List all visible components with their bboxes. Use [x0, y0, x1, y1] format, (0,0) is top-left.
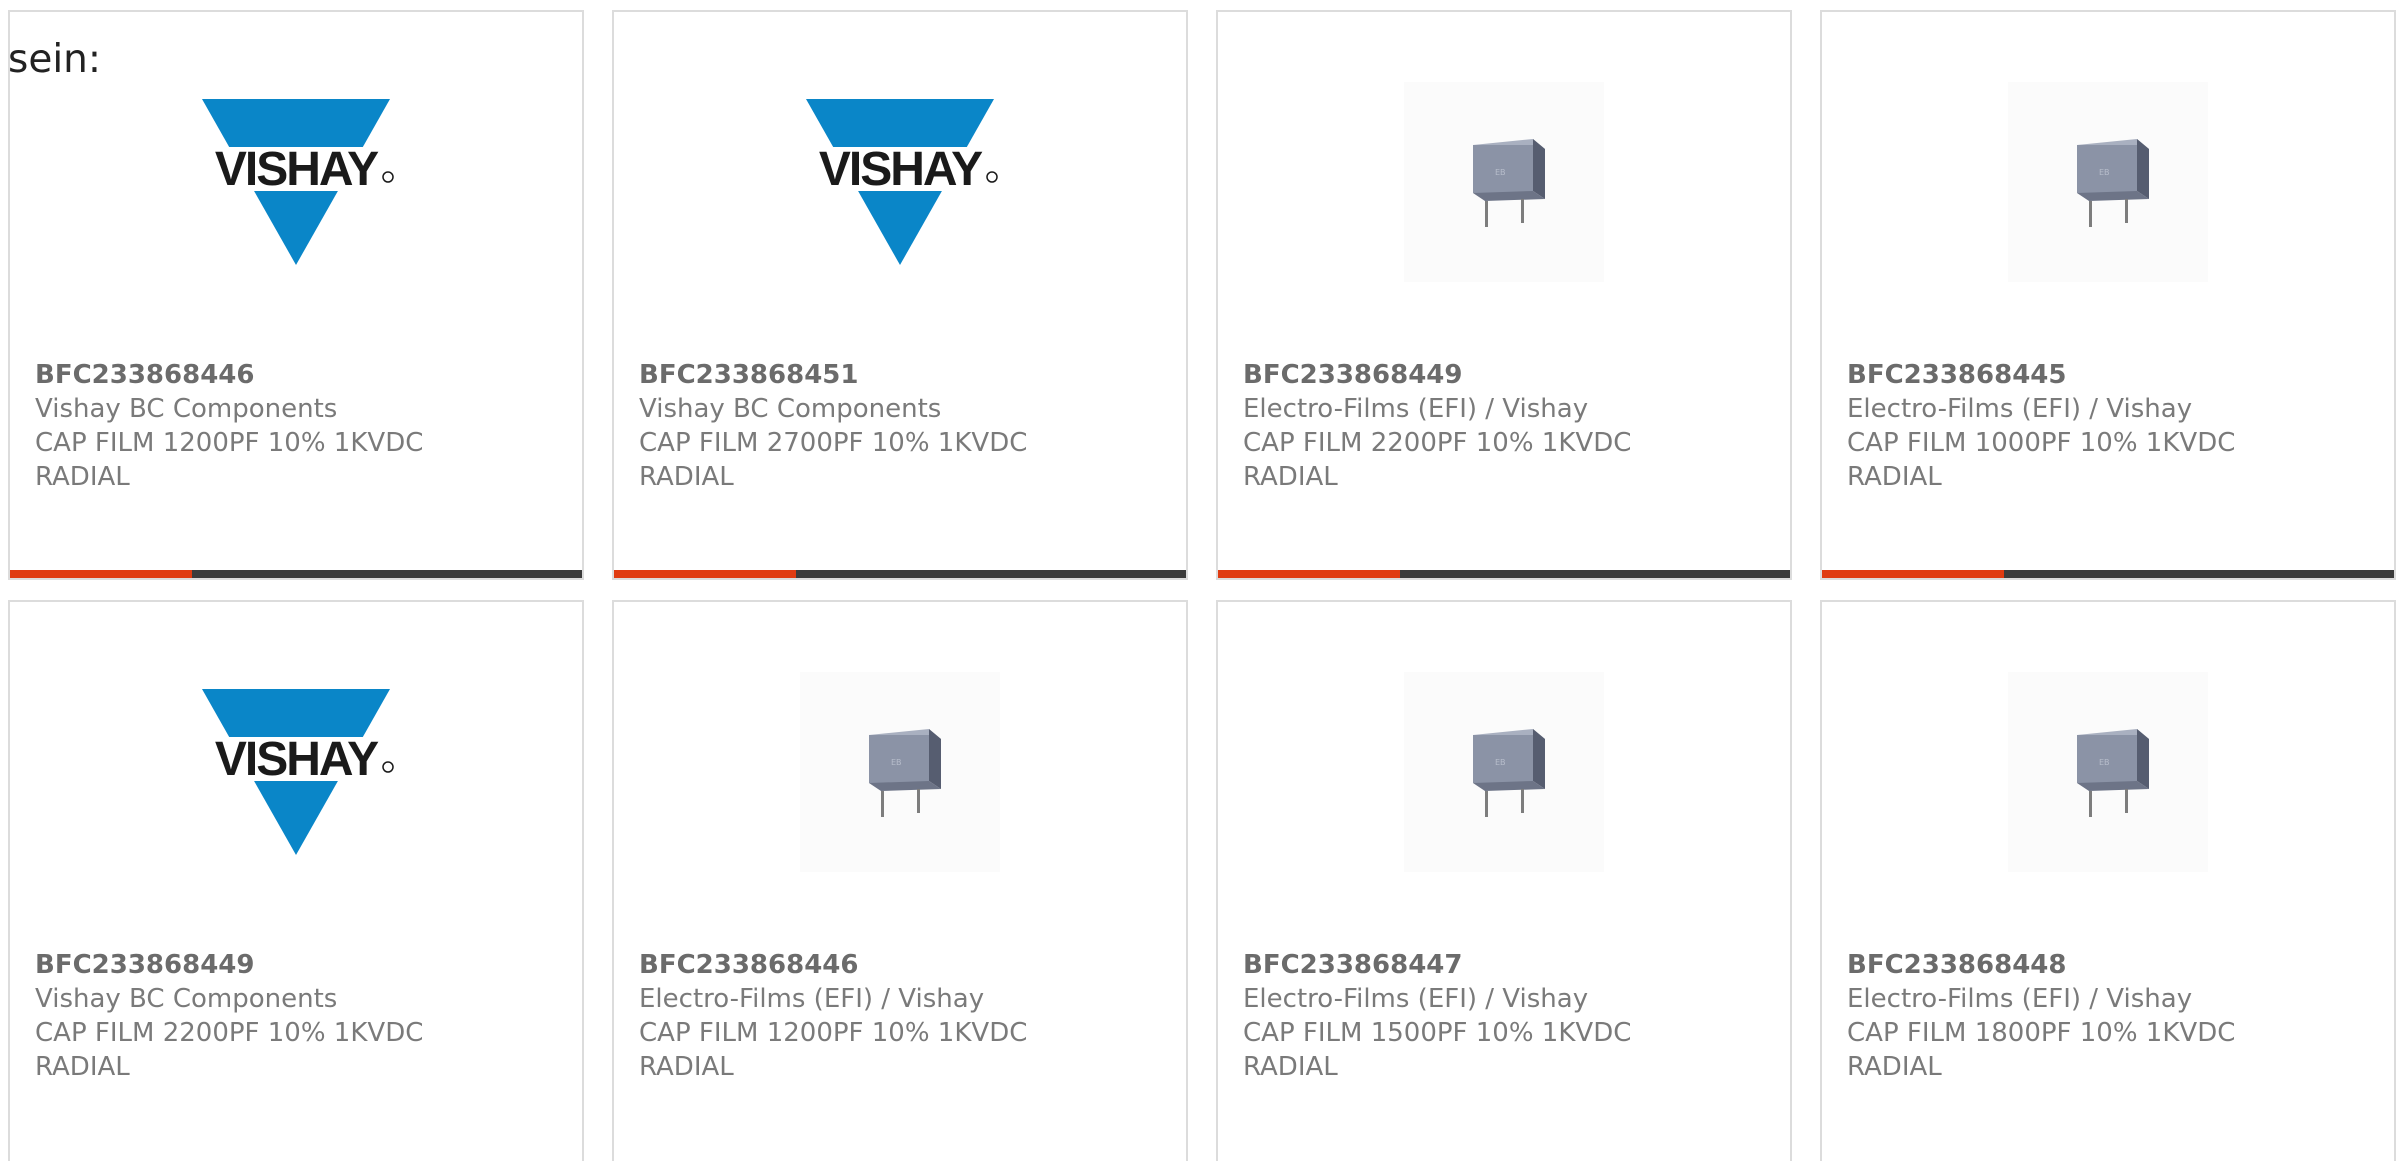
product-image[interactable]: VISHAY — [10, 672, 582, 872]
product-image[interactable]: EB — [1218, 82, 1790, 282]
description: CAP FILM 1000PF 10% 1KVDC — [1847, 428, 2236, 458]
manufacturer: Electro-Films (EFI) / Vishay — [639, 984, 985, 1014]
description-package: RADIAL — [1243, 1052, 1338, 1082]
product-card[interactable]: EB BFC233868448 Electro-Films (EFI) / Vi… — [1820, 600, 2396, 1161]
card-footer-accent — [614, 570, 796, 578]
description: CAP FILM 1800PF 10% 1KVDC — [1847, 1018, 2236, 1048]
product-card[interactable]: VISHAY BFC233868446 Vishay BC Components… — [8, 10, 584, 580]
card-footer-bar — [614, 570, 1186, 578]
part-number[interactable]: BFC233868447 — [1243, 948, 1763, 982]
manufacturer: Electro-Films (EFI) / Vishay — [1847, 394, 2193, 424]
svg-text:EB: EB — [2099, 168, 2110, 177]
svg-text:VISHAY: VISHAY — [215, 143, 379, 196]
product-image[interactable]: EB — [1822, 672, 2394, 872]
card-footer-accent — [1218, 570, 1400, 578]
description: CAP FILM 2200PF 10% 1KVDC — [1243, 428, 1632, 458]
svg-text:EB: EB — [2099, 758, 2110, 767]
product-card[interactable]: VISHAY BFC233868449 Vishay BC Components… — [8, 600, 584, 1161]
capacitor-photo: EB — [1404, 82, 1604, 282]
product-grid-page: sein: VISHAY BFC233868446 Vishay BC Comp… — [0, 0, 2400, 1161]
description-package: RADIAL — [1847, 1052, 1942, 1082]
description-package: RADIAL — [35, 1052, 130, 1082]
description-package: RADIAL — [35, 462, 130, 492]
vishay-logo: VISHAY — [196, 82, 396, 282]
part-number[interactable]: BFC233868451 — [639, 358, 1159, 392]
product-card[interactable]: EB BFC233868445 Electro-Films (EFI) / Vi… — [1820, 10, 2396, 580]
product-card[interactable]: EB BFC233868447 Electro-Films (EFI) / Vi… — [1216, 600, 1792, 1161]
manufacturer: Electro-Films (EFI) / Vishay — [1847, 984, 2193, 1014]
part-number[interactable]: BFC233868446 — [35, 358, 555, 392]
description: CAP FILM 1200PF 10% 1KVDC — [35, 428, 424, 458]
part-number[interactable]: BFC233868445 — [1847, 358, 2367, 392]
capacitor-photo: EB — [800, 672, 1000, 872]
svg-text:VISHAY: VISHAY — [819, 143, 983, 196]
product-image[interactable]: EB — [1822, 82, 2394, 282]
product-card[interactable]: VISHAY BFC233868451 Vishay BC Components… — [612, 10, 1188, 580]
product-image[interactable]: EB — [614, 672, 1186, 872]
svg-text:EB: EB — [1495, 168, 1506, 177]
description-package: RADIAL — [639, 462, 734, 492]
vishay-logo: VISHAY — [800, 82, 1000, 282]
capacitor-photo: EB — [1404, 672, 1604, 872]
svg-text:EB: EB — [891, 758, 902, 767]
capacitor-photo: EB — [2008, 672, 2208, 872]
vishay-logo: VISHAY — [196, 672, 396, 872]
card-footer-accent — [1822, 570, 2004, 578]
part-number[interactable]: BFC233868448 — [1847, 948, 2367, 982]
description: CAP FILM 2200PF 10% 1KVDC — [35, 1018, 424, 1048]
description: CAP FILM 2700PF 10% 1KVDC — [639, 428, 1028, 458]
product-image[interactable]: VISHAY — [10, 82, 582, 282]
part-number[interactable]: BFC233868449 — [1243, 358, 1763, 392]
product-image[interactable]: EB — [1218, 672, 1790, 872]
manufacturer: Vishay BC Components — [639, 394, 942, 424]
card-footer-bar — [10, 570, 582, 578]
manufacturer: Vishay BC Components — [35, 984, 338, 1014]
description-package: RADIAL — [1243, 462, 1338, 492]
manufacturer: Electro-Films (EFI) / Vishay — [1243, 984, 1589, 1014]
manufacturer: Electro-Films (EFI) / Vishay — [1243, 394, 1589, 424]
product-image[interactable]: VISHAY — [614, 82, 1186, 282]
manufacturer: Vishay BC Components — [35, 394, 338, 424]
intro-text: sein: — [8, 37, 102, 82]
description-package: RADIAL — [639, 1052, 734, 1082]
description-package: RADIAL — [1847, 462, 1942, 492]
card-footer-accent — [10, 570, 192, 578]
product-card[interactable]: EB BFC233868449 Electro-Films (EFI) / Vi… — [1216, 10, 1792, 580]
product-card[interactable]: EB BFC233868446 Electro-Films (EFI) / Vi… — [612, 600, 1188, 1161]
description: CAP FILM 1200PF 10% 1KVDC — [639, 1018, 1028, 1048]
svg-text:VISHAY: VISHAY — [215, 733, 379, 786]
part-number[interactable]: BFC233868449 — [35, 948, 555, 982]
capacitor-photo: EB — [2008, 82, 2208, 282]
card-footer-bar — [1218, 570, 1790, 578]
part-number[interactable]: BFC233868446 — [639, 948, 1159, 982]
card-footer-bar — [1822, 570, 2394, 578]
svg-text:EB: EB — [1495, 758, 1506, 767]
description: CAP FILM 1500PF 10% 1KVDC — [1243, 1018, 1632, 1048]
